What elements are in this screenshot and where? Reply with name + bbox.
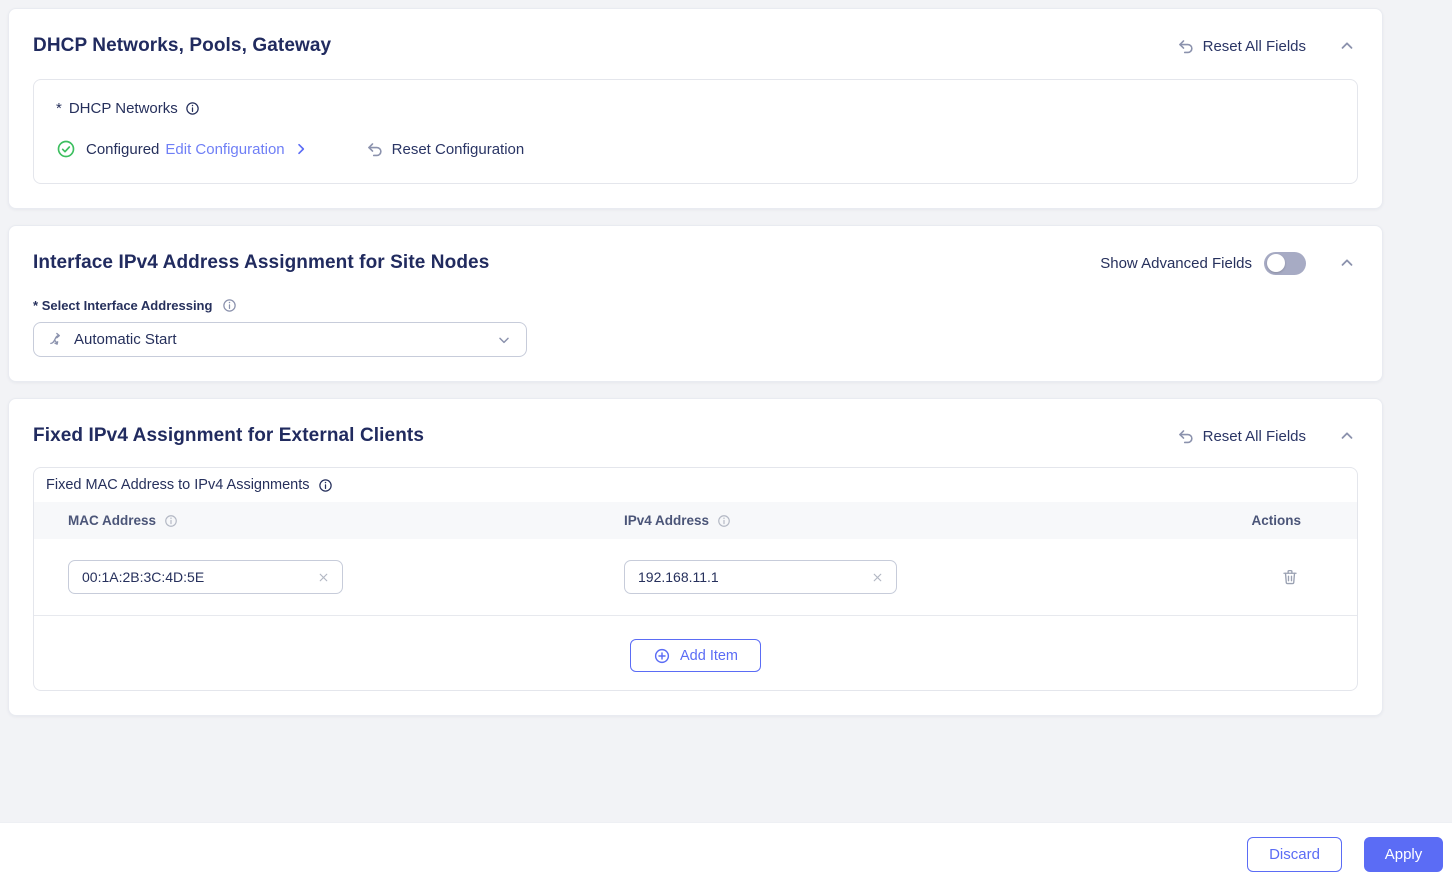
card-fixed-title: Fixed IPv4 Assignment for External Clien…	[33, 425, 424, 446]
card-interface-ipv4: Interface IPv4 Address Assignment for Si…	[8, 225, 1383, 382]
mac-address-field-wrap	[68, 560, 343, 594]
show-advanced-fields-label: Show Advanced Fields	[1100, 254, 1252, 272]
toggle-knob	[1267, 254, 1285, 272]
card-dhcp-title: DHCP Networks, Pools, Gateway	[33, 35, 332, 56]
column-header-actions: Actions	[1251, 513, 1301, 528]
trash-icon	[1281, 568, 1299, 586]
card-interface-title: Interface IPv4 Address Assignment for Si…	[33, 252, 490, 273]
collapse-card-dhcp-button[interactable]	[1336, 35, 1358, 57]
reset-all-fields-label: Reset All Fields	[1202, 427, 1306, 445]
chevron-up-icon	[1338, 37, 1356, 55]
ipv4-address-input[interactable]	[638, 569, 869, 585]
reset-configuration-label: Reset Configuration	[391, 140, 525, 158]
reset-all-fields-button[interactable]: Reset All Fields	[1176, 427, 1306, 446]
add-item-button[interactable]: Add Item	[629, 639, 762, 672]
reset-all-fields-button[interactable]: Reset All Fields	[1176, 37, 1306, 56]
discard-button[interactable]: Discard	[1247, 836, 1342, 872]
check-circle-icon	[56, 139, 76, 159]
card-fixed-ipv4: Fixed IPv4 Assignment for External Clien…	[8, 398, 1383, 716]
info-icon[interactable]	[318, 478, 333, 493]
reset-icon	[1176, 427, 1195, 446]
plus-circle-icon	[653, 647, 671, 665]
reset-configuration-button[interactable]: Reset Configuration	[365, 140, 525, 159]
column-header-mac: MAC Address	[68, 513, 624, 528]
collapse-card-fixed-button[interactable]	[1336, 425, 1358, 447]
column-header-ipv4: IPv4 Address	[624, 513, 1183, 528]
info-icon[interactable]	[164, 514, 178, 528]
dhcp-networks-label: DHCP Networks	[68, 100, 178, 117]
required-marker: *	[56, 100, 62, 117]
reset-all-fields-label: Reset All Fields	[1202, 37, 1306, 55]
info-icon[interactable]	[185, 101, 200, 116]
table-header-row: MAC Address IPv4 Address Actions	[34, 502, 1357, 539]
clear-mac-icon[interactable]	[315, 569, 332, 586]
fixed-assignments-table: Fixed MAC Address to IPv4 Assignments MA…	[33, 467, 1358, 691]
action-footer: Discard Apply	[0, 822, 1452, 885]
interface-addressing-select[interactable]: Automatic Start	[33, 322, 527, 357]
chevron-down-icon	[496, 332, 512, 348]
show-advanced-fields-toggle[interactable]	[1264, 251, 1306, 275]
info-icon[interactable]	[717, 514, 731, 528]
info-icon[interactable]	[222, 298, 237, 313]
dhcp-networks-fieldset: * DHCP Networks Configured Edit Configur…	[33, 79, 1358, 184]
card-dhcp-networks: DHCP Networks, Pools, Gateway Reset All …	[8, 8, 1383, 209]
add-item-label: Add Item	[679, 647, 739, 664]
chevron-up-icon	[1338, 254, 1356, 272]
clear-ipv4-icon[interactable]	[869, 569, 886, 586]
apply-button[interactable]: Apply	[1364, 836, 1443, 872]
chevron-right-icon[interactable]	[293, 141, 309, 157]
mac-address-input[interactable]	[82, 569, 315, 585]
configured-status: Configured	[86, 140, 160, 158]
ipv4-address-field-wrap	[624, 560, 897, 594]
fixed-mac-group-label: Fixed MAC Address to IPv4 Assignments	[46, 477, 310, 493]
branch-icon	[48, 331, 65, 348]
edit-configuration-link[interactable]: Edit Configuration	[165, 141, 284, 158]
interface-addressing-value: Automatic Start	[74, 331, 177, 348]
delete-row-button[interactable]	[1281, 568, 1299, 586]
table-row	[34, 539, 1357, 615]
chevron-up-icon	[1338, 427, 1356, 445]
reset-icon	[365, 140, 384, 159]
select-interface-addressing-label: * Select Interface Addressing	[33, 298, 213, 313]
settings-page: DHCP Networks, Pools, Gateway Reset All …	[8, 8, 1383, 716]
collapse-card-interface-button[interactable]	[1336, 252, 1358, 274]
reset-icon	[1176, 37, 1195, 56]
